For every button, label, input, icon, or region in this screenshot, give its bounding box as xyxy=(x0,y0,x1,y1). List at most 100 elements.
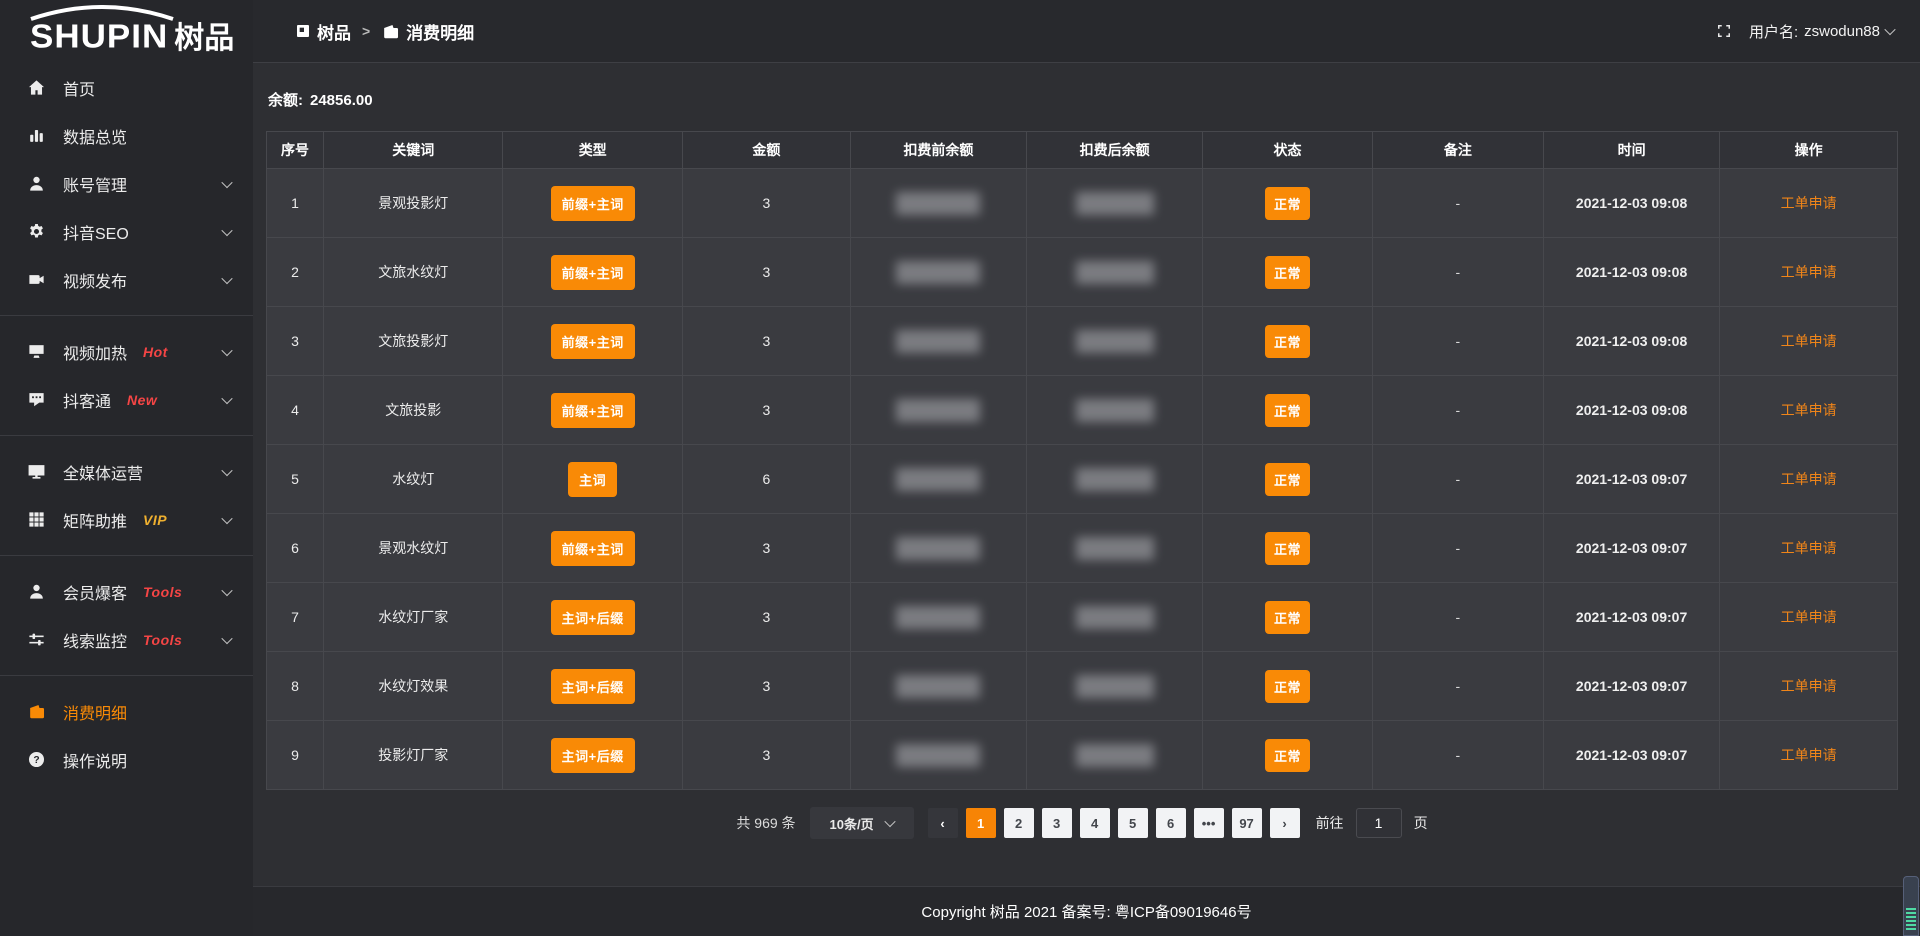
work-order-link[interactable]: 工单申请 xyxy=(1781,471,1837,487)
cell-balance-before xyxy=(850,445,1026,514)
column-header: 关键词 xyxy=(324,132,503,169)
sidebar-item-tag: VIP xyxy=(143,512,167,528)
chevron-down-icon xyxy=(221,464,232,475)
breadcrumb-item[interactable]: 树品 xyxy=(295,19,351,44)
cell-status: 正常 xyxy=(1203,376,1373,445)
page-size-select[interactable]: 10条/页 xyxy=(810,807,914,839)
sidebar-divider xyxy=(0,675,253,676)
more-pages-button[interactable]: ••• xyxy=(1194,808,1224,838)
sidebar-item-account-manage[interactable]: 账号管理 xyxy=(0,160,253,207)
page-button-3[interactable]: 3 xyxy=(1042,808,1072,838)
cell-balance-after xyxy=(1027,721,1203,790)
cell-time: 2021-12-03 09:07 xyxy=(1544,514,1720,583)
page-button-6[interactable]: 6 xyxy=(1156,808,1186,838)
sidebar-item-label: 首页 xyxy=(63,76,95,100)
type-badge: 主词+后缀 xyxy=(551,600,635,635)
sidebar-item-douyin-seo[interactable]: 抖音SEO xyxy=(0,208,253,255)
sidebar-item-douketong[interactable]: 抖客通 New xyxy=(0,376,253,423)
cell-keyword: 水纹灯 xyxy=(324,445,503,514)
work-order-link[interactable]: 工单申请 xyxy=(1781,402,1837,418)
table-row: 6 景观水纹灯 前缀+主词 3 正常 - 2021-12-03 09:07 工单… xyxy=(267,514,1898,583)
type-badge: 主词 xyxy=(568,462,617,497)
cell-remark: - xyxy=(1372,307,1543,376)
prev-page-button[interactable]: ‹ xyxy=(928,808,958,838)
column-header: 扣费前余额 xyxy=(850,132,1026,169)
column-header: 类型 xyxy=(503,132,682,169)
page-button-4[interactable]: 4 xyxy=(1080,808,1110,838)
work-order-link[interactable]: 工单申请 xyxy=(1781,540,1837,556)
page-button-2[interactable]: 2 xyxy=(1004,808,1034,838)
type-badge: 前缀+主词 xyxy=(551,255,635,290)
cell-time: 2021-12-03 09:07 xyxy=(1544,445,1720,514)
footer: Copyright 树品 2021 备案号: 粤ICP备09019646号 xyxy=(253,886,1920,936)
column-header: 扣费后余额 xyxy=(1027,132,1203,169)
sidebar-item-clue-monitor[interactable]: 线索监控 Tools xyxy=(0,616,253,663)
sidebar-item-help[interactable]: ? 操作说明 xyxy=(0,736,253,783)
floating-widget[interactable] xyxy=(1903,876,1919,936)
cell-action: 工单申请 xyxy=(1720,652,1898,721)
sidebar-item-home[interactable]: 首页 xyxy=(0,64,253,111)
cell-amount: 3 xyxy=(682,652,850,721)
sidebar-item-matrix-boost[interactable]: 矩阵助推 VIP xyxy=(0,496,253,543)
fullscreen-icon[interactable] xyxy=(1715,22,1733,40)
cell-status: 正常 xyxy=(1203,169,1373,238)
logo-text-cn: 树品 xyxy=(174,24,234,54)
user-menu[interactable]: 用户名: zswodun88 xyxy=(1749,21,1894,42)
column-header: 操作 xyxy=(1720,132,1898,169)
cell-amount: 3 xyxy=(682,376,850,445)
table-row: 3 文旅投影灯 前缀+主词 3 正常 - 2021-12-03 09:08 工单… xyxy=(267,307,1898,376)
sidebar-item-media-operation[interactable]: 全媒体运营 xyxy=(0,448,253,495)
status-badge: 正常 xyxy=(1265,601,1310,634)
work-order-link[interactable]: 工单申请 xyxy=(1781,195,1837,211)
redacted-value xyxy=(1076,537,1154,560)
sidebar-item-consume-detail[interactable]: 消费明细 xyxy=(0,688,253,735)
question-icon: ? xyxy=(26,750,46,770)
cell-balance-after xyxy=(1027,445,1203,514)
next-page-button[interactable]: › xyxy=(1270,808,1300,838)
type-badge: 前缀+主词 xyxy=(551,531,635,566)
cell-remark: - xyxy=(1372,238,1543,307)
cell-amount: 6 xyxy=(682,445,850,514)
page-button-97[interactable]: 97 xyxy=(1232,808,1262,838)
sidebar-item-data-overview[interactable]: 数据总览 xyxy=(0,112,253,159)
cell-index: 4 xyxy=(267,376,324,445)
redacted-value xyxy=(1076,468,1154,491)
cell-type: 前缀+主词 xyxy=(503,169,682,238)
cell-index: 9 xyxy=(267,721,324,790)
sidebar-item-label: 数据总览 xyxy=(63,124,127,148)
work-order-link[interactable]: 工单申请 xyxy=(1781,678,1837,694)
redacted-value xyxy=(896,261,980,284)
cell-index: 8 xyxy=(267,652,324,721)
sidebar-divider xyxy=(0,315,253,316)
page-unit-label: 页 xyxy=(1414,813,1428,833)
status-badge: 正常 xyxy=(1265,325,1310,358)
sidebar-item-video-publish[interactable]: 视频发布 xyxy=(0,256,253,303)
cell-remark: - xyxy=(1372,583,1543,652)
cell-amount: 3 xyxy=(682,238,850,307)
page-button-5[interactable]: 5 xyxy=(1118,808,1148,838)
type-badge: 主词+后缀 xyxy=(551,669,635,704)
column-header: 金额 xyxy=(682,132,850,169)
breadcrumb-item[interactable]: 消费明细 xyxy=(381,19,474,44)
sidebar-item-label: 消费明细 xyxy=(63,700,127,724)
redacted-value xyxy=(896,606,980,629)
work-order-link[interactable]: 工单申请 xyxy=(1781,264,1837,280)
cell-remark: - xyxy=(1372,169,1543,238)
status-badge: 正常 xyxy=(1265,670,1310,703)
cell-balance-after xyxy=(1027,514,1203,583)
chevron-down-icon xyxy=(221,512,232,523)
work-order-link[interactable]: 工单申请 xyxy=(1781,747,1837,763)
redacted-value xyxy=(1076,330,1154,353)
sidebar-item-video-heat[interactable]: 视频加热 Hot xyxy=(0,328,253,375)
cell-status: 正常 xyxy=(1203,307,1373,376)
table-row: 5 水纹灯 主词 6 正常 - 2021-12-03 09:07 工单申请 xyxy=(267,445,1898,514)
cell-keyword: 水纹灯效果 xyxy=(324,652,503,721)
goto-page-input[interactable] xyxy=(1356,808,1402,838)
work-order-link[interactable]: 工单申请 xyxy=(1781,333,1837,349)
page-button-1[interactable]: 1 xyxy=(966,808,996,838)
sidebar-item-member-burst[interactable]: 会员爆客 Tools xyxy=(0,568,253,615)
cell-balance-before xyxy=(850,307,1026,376)
sidebar-item-tag: Hot xyxy=(143,344,168,360)
page-buttons: ‹ 123456 ••• 97 › xyxy=(928,808,1300,838)
work-order-link[interactable]: 工单申请 xyxy=(1781,609,1837,625)
